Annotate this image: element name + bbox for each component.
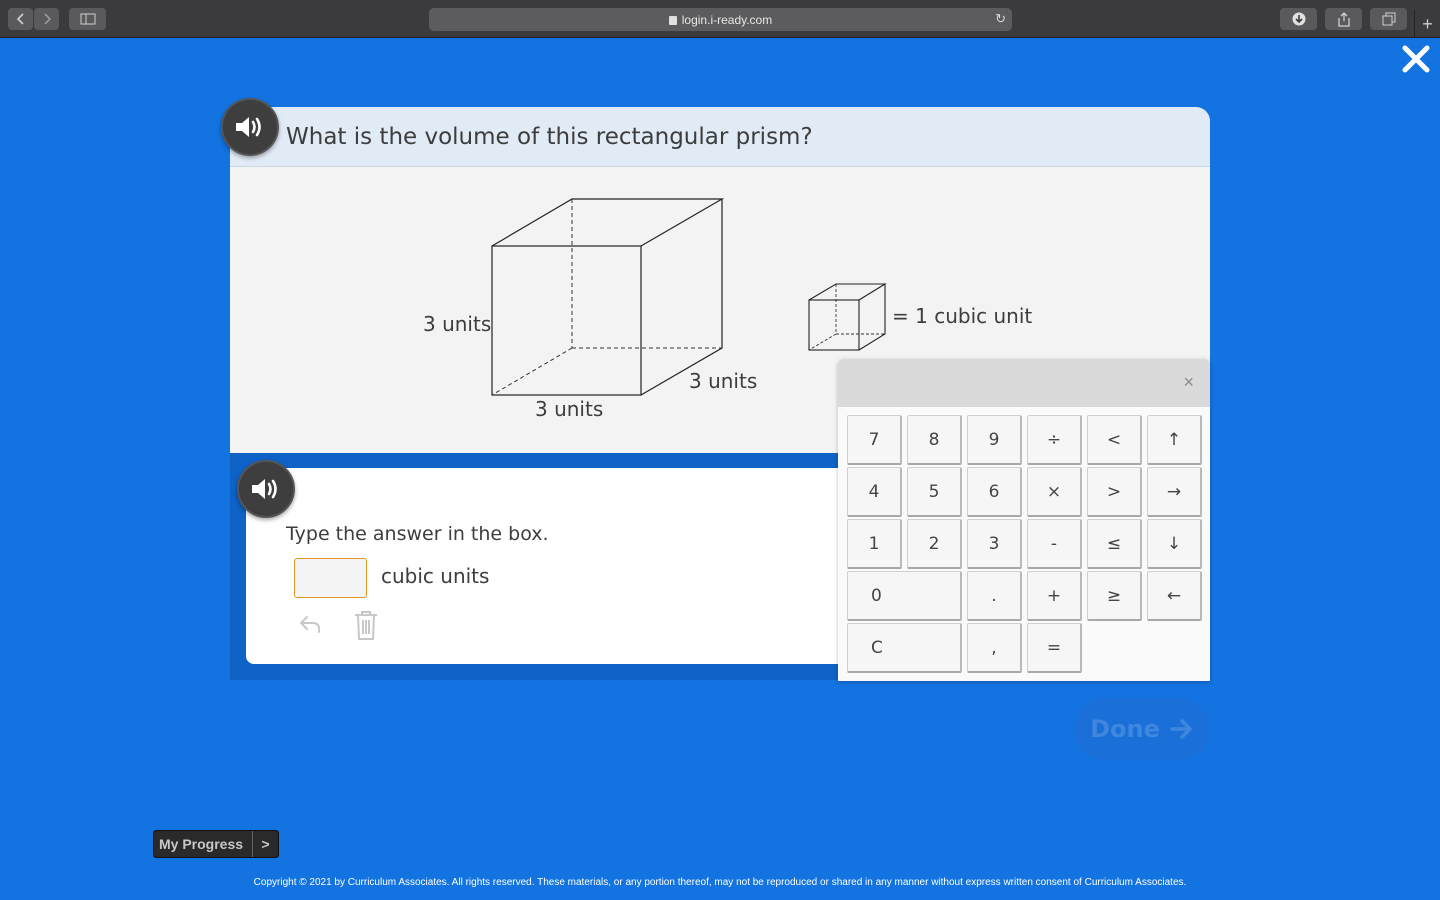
sidebar-toggle-button[interactable]: [69, 8, 106, 30]
close-icon: [1402, 45, 1430, 73]
unit-cube: [808, 283, 887, 351]
key-divide[interactable]: ÷: [1027, 415, 1082, 465]
chevron-right-icon: >: [261, 836, 270, 852]
reload-icon[interactable]: ↻: [995, 11, 1006, 27]
back-button[interactable]: [8, 8, 33, 30]
keypad-close-button[interactable]: ×: [1183, 372, 1194, 393]
undo-icon[interactable]: [298, 612, 322, 636]
sidebar-icon: [80, 13, 95, 25]
rectangular-prism: [491, 198, 725, 396]
key-equals[interactable]: =: [1027, 623, 1082, 673]
prism-hidden-edges: [491, 199, 722, 396]
depth-label: 3 units: [689, 369, 758, 393]
browser-toolbar: login.i-ready.com ↻ +: [0, 0, 1440, 38]
tabs-overview-button[interactable]: [1370, 8, 1407, 30]
downloads-button[interactable]: [1280, 8, 1317, 30]
key-0[interactable]: 0: [847, 571, 962, 621]
close-lesson-button[interactable]: [1399, 44, 1433, 78]
done-button[interactable]: Done: [1074, 698, 1210, 760]
width-label: 3 units: [535, 397, 604, 421]
speaker-icon: [252, 479, 277, 499]
forward-button[interactable]: [34, 8, 59, 30]
key-8[interactable]: 8: [907, 415, 962, 465]
key-less-than[interactable]: <: [1087, 415, 1142, 465]
key-1[interactable]: 1: [847, 519, 902, 569]
key-6[interactable]: 6: [967, 467, 1022, 517]
address-bar[interactable]: login.i-ready.com ↻: [429, 8, 1012, 31]
key-7[interactable]: 7: [847, 415, 902, 465]
height-label: 3 units: [423, 312, 492, 336]
key-2[interactable]: 2: [907, 519, 962, 569]
answer-audio-button[interactable]: [237, 460, 295, 518]
key-minus[interactable]: -: [1027, 519, 1082, 569]
answer-input[interactable]: [294, 558, 367, 598]
copyright-text: Copyright © 2021 by Curriculum Associate…: [253, 877, 1187, 888]
trash-icon[interactable]: [353, 609, 379, 641]
key-multiply[interactable]: ×: [1027, 467, 1082, 517]
key-greater-equal[interactable]: ≥: [1087, 571, 1142, 621]
key-arrow-right[interactable]: →: [1147, 467, 1202, 517]
answer-prompt: Type the answer in the box.: [286, 523, 549, 545]
key-arrow-up[interactable]: ↑: [1147, 415, 1202, 465]
key-comma[interactable]: ,: [967, 623, 1022, 673]
key-plus[interactable]: +: [1027, 571, 1082, 621]
arrow-right-icon: [1170, 719, 1192, 739]
my-progress-label: My Progress: [154, 831, 253, 857]
question-text: What is the volume of this rectangular p…: [286, 124, 813, 150]
url-text: login.i-ready.com: [681, 12, 773, 27]
question-audio-button[interactable]: [221, 98, 279, 156]
unit-legend-label: = 1 cubic unit: [892, 304, 1033, 328]
my-progress-button[interactable]: My Progress >: [153, 830, 279, 858]
key-greater-than[interactable]: >: [1087, 467, 1142, 517]
new-tab-button[interactable]: +: [1414, 10, 1440, 38]
key-5[interactable]: 5: [907, 467, 962, 517]
chevron-left-icon: [16, 13, 24, 25]
speaker-icon: [236, 117, 261, 137]
keypad-header: ×: [838, 359, 1210, 407]
key-clear[interactable]: C: [847, 623, 962, 673]
tabs-icon: [1382, 12, 1395, 26]
unit-cube-hidden-edges: [808, 284, 885, 351]
lock-icon: [668, 16, 677, 25]
answer-unit-label: cubic units: [381, 564, 490, 588]
done-label: Done: [1090, 715, 1160, 743]
key-less-equal[interactable]: ≤: [1087, 519, 1142, 569]
key-decimal[interactable]: .: [967, 571, 1022, 621]
math-keypad: × 7 8 9 ÷ < ↑ 4 5 6 × > → 1 2 3 - ≤ ↓ 0 …: [838, 359, 1210, 681]
share-button[interactable]: [1325, 8, 1362, 30]
share-icon: [1337, 11, 1350, 27]
key-arrow-down[interactable]: ↓: [1147, 519, 1202, 569]
download-icon: [1292, 12, 1305, 26]
key-3[interactable]: 3: [967, 519, 1022, 569]
key-4[interactable]: 4: [847, 467, 902, 517]
question-header: What is the volume of this rectangular p…: [230, 107, 1210, 167]
chevron-right-icon: [43, 13, 51, 25]
key-arrow-left[interactable]: ←: [1147, 571, 1202, 621]
key-9[interactable]: 9: [967, 415, 1022, 465]
